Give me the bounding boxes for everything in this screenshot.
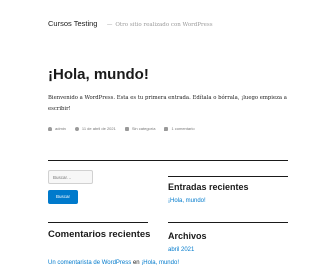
recent-comments-divider: [48, 222, 148, 223]
post-content: Bienvenido a WordPress. Esta es tu prime…: [48, 95, 287, 112]
archives-title: Archivos: [168, 231, 207, 241]
site-description-text: Otro sitio realizado con WordPress: [115, 22, 213, 28]
meta-author[interactable]: admin: [48, 126, 66, 131]
meta-author-label: admin: [55, 126, 66, 131]
post-title[interactable]: ¡Hola, mundo!: [48, 66, 149, 83]
meta-comments-label: 1 comentario: [171, 126, 195, 131]
meta-date-label: 11 de abril de 2021: [81, 126, 116, 131]
site-description-separator: —: [106, 22, 113, 28]
widgets-divider: [48, 160, 288, 161]
comment-post-link[interactable]: ¡Hola, mundo!: [141, 260, 179, 266]
archives-divider: [168, 222, 288, 223]
comment-icon: [164, 126, 169, 131]
site-header: Cursos Testing — Otro sitio realizado con…: [48, 13, 213, 31]
recent-posts-title: Entradas recientes: [168, 182, 249, 192]
site-title[interactable]: Cursos Testing: [48, 19, 97, 28]
meta-category[interactable]: Sin categoría: [124, 126, 156, 131]
recent-comment-item: Un comentarista de WordPress en ¡Hola, m…: [48, 259, 179, 267]
comment-author-link[interactable]: Un comentarista de WordPress: [48, 260, 131, 266]
meta-category-label: Sin categoría: [131, 126, 156, 131]
comment-connector: en: [132, 260, 140, 266]
recent-comments-title: Comentarios recientes: [48, 229, 151, 240]
user-icon: [48, 126, 52, 131]
site-description: — Otro sitio realizado con WordPress: [107, 22, 213, 28]
meta-comments[interactable]: 1 comentario: [164, 126, 195, 131]
clock-icon: [74, 126, 79, 131]
search-button[interactable]: Buscar: [48, 190, 78, 204]
recent-posts-divider: [168, 176, 288, 177]
recent-post-link[interactable]: ¡Hola, mundo!: [168, 198, 206, 204]
post-meta: admin 11 de abril de 2021 Sin categoría …: [48, 126, 204, 131]
archive-link[interactable]: abril 2021: [168, 247, 194, 253]
meta-date[interactable]: 11 de abril de 2021: [74, 126, 116, 131]
search-input[interactable]: [48, 170, 93, 184]
folder-icon: [124, 126, 129, 131]
